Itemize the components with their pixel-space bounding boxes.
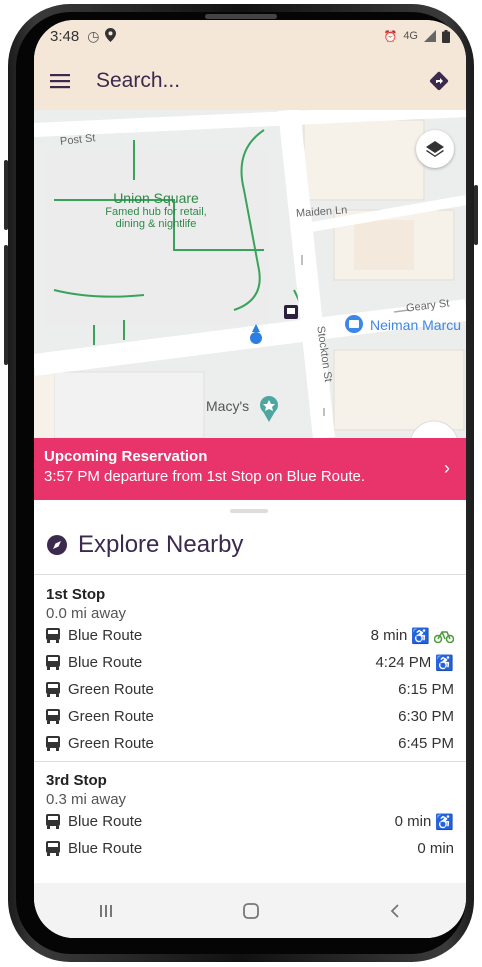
alarm-icon: ⏰ — [383, 30, 398, 43]
route-time: 6:45 PM — [398, 735, 454, 752]
route-name: Green Route — [68, 681, 154, 698]
volume-down-key — [4, 245, 8, 365]
signal-icon — [424, 30, 436, 42]
battery-icon — [442, 29, 450, 43]
route-time: 0 min — [394, 813, 432, 830]
explore-title: Explore Nearby — [78, 530, 244, 558]
explore-header: Explore Nearby — [34, 515, 466, 575]
bus-icon — [46, 709, 60, 724]
bus-icon — [46, 655, 60, 670]
layers-button[interactable] — [416, 130, 454, 168]
app-bar: Search... — [34, 52, 466, 110]
stop-card[interactable]: 1st Stop 0.0 mi away Blue Route 8 min ♿ … — [34, 576, 466, 762]
place-label-macys[interactable]: Macy's — [206, 398, 249, 414]
network-type: 4G — [403, 30, 418, 42]
map-canvas — [34, 110, 466, 438]
stop-distance: 0.0 mi away — [46, 605, 127, 622]
stop-distance: 0.3 mi away — [46, 791, 127, 808]
wheelchair-icon: ♿ — [411, 627, 430, 645]
route-time: 6:30 PM — [398, 708, 454, 725]
route-row[interactable]: Blue Route 4:24 PM ♿ — [46, 649, 454, 676]
park-desc-1: Famed hub for retail, — [105, 206, 207, 218]
stop-name: 1st Stop — [46, 586, 106, 603]
route-name: Blue Route — [68, 840, 143, 857]
route-time: 4:24 PM — [375, 654, 432, 671]
sheet-drag-handle[interactable] — [230, 509, 268, 513]
layers-icon — [426, 141, 444, 157]
location-icon — [105, 27, 117, 45]
route-name: Green Route — [68, 735, 154, 752]
status-bar: 3:48 ◷ ⏰ 4G — [34, 20, 466, 52]
bus-icon — [46, 814, 60, 829]
clock-icon: ◷ — [87, 27, 100, 44]
menu-icon[interactable] — [50, 73, 70, 89]
clock: 3:48 — [50, 27, 80, 45]
place-label-neiman[interactable]: Neiman Marcu — [370, 317, 461, 333]
route-row[interactable]: Blue Route 0 min ♿ — [46, 808, 454, 835]
route-row[interactable]: Blue Route 0 min — [46, 835, 454, 862]
volume-up-key — [4, 160, 8, 230]
back-icon[interactable] — [388, 903, 402, 919]
screen: 3:48 ◷ ⏰ 4G Search... Post St Maiden Ln … — [34, 20, 466, 938]
route-row[interactable]: Green Route 6:30 PM — [46, 703, 454, 730]
park-desc-2: dining & nightlife — [115, 218, 197, 230]
route-name: Blue Route — [68, 627, 143, 644]
route-row[interactable]: Green Route 6:15 PM — [46, 676, 454, 703]
stop-card[interactable]: 3rd Stop 0.3 mi away Blue Route 0 min ♿ … — [34, 762, 466, 866]
stops-list[interactable]: 1st Stop 0.0 mi away Blue Route 8 min ♿ … — [34, 576, 466, 866]
wheelchair-icon: ♿ — [435, 813, 454, 831]
route-name: Blue Route — [68, 813, 143, 830]
bus-icon — [46, 841, 60, 856]
recents-icon[interactable] — [98, 903, 114, 919]
route-name: Blue Route — [68, 654, 143, 671]
compass-icon — [47, 534, 67, 555]
map-view[interactable]: Post St Maiden Ln Geary St Stockton St U… — [34, 110, 466, 438]
bus-icon — [46, 628, 60, 643]
park-name: Union Square — [113, 190, 199, 206]
stop-name: 3rd Stop — [46, 772, 107, 789]
reservation-banner[interactable]: Upcoming Reservation 3:57 PM departure f… — [34, 438, 466, 500]
route-time: 8 min — [370, 627, 408, 644]
bike-icon — [434, 630, 454, 643]
speaker-grille — [205, 14, 277, 19]
chevron-right-icon: › — [444, 458, 450, 478]
bus-icon — [46, 736, 60, 751]
route-time: 0 min — [417, 840, 454, 857]
route-name: Green Route — [68, 708, 154, 725]
route-time: 6:15 PM — [398, 681, 454, 698]
wheelchair-icon: ♿ — [435, 654, 454, 672]
power-key — [474, 185, 478, 245]
reservation-detail: 3:57 PM departure from 1st Stop on Blue … — [44, 468, 366, 485]
bus-icon — [46, 682, 60, 697]
reservation-title: Upcoming Reservation — [44, 448, 208, 465]
system-nav-bar — [34, 883, 466, 938]
route-row[interactable]: Blue Route 8 min ♿ — [46, 622, 454, 649]
route-row[interactable]: Green Route 6:45 PM — [46, 730, 454, 757]
directions-icon[interactable] — [428, 70, 450, 92]
home-icon[interactable] — [242, 902, 260, 920]
park-label[interactable]: Union Square Famed hub for retail, dinin… — [86, 190, 226, 230]
search-input[interactable]: Search... — [96, 69, 180, 93]
status-right: ⏰ 4G — [383, 29, 450, 43]
